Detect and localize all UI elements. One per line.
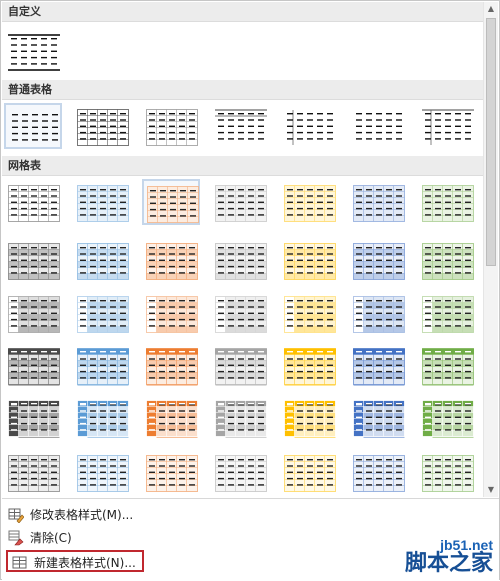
watermark-name: 脚本之家 [404, 551, 493, 576]
grid-style-2-6[interactable] [349, 237, 407, 283]
plain-style-plain-5[interactable] [418, 103, 476, 149]
grid-style-1-1[interactable] [4, 179, 62, 225]
grid-style-6-5[interactable] [280, 449, 338, 495]
grid-style-1-3[interactable] [142, 179, 200, 225]
grid-style-4-5[interactable] [280, 342, 338, 388]
grid-style-1-6[interactable] [349, 179, 407, 225]
grid-style-4-3[interactable] [142, 342, 200, 388]
table-styles-gallery: 自定义 普通表格 网格表 ▲ ▼ 修改表格样式(M)... 清除(C) 新建表格… [0, 0, 500, 581]
new-table-style-item[interactable]: 新建表格样式(N)... [6, 550, 144, 572]
plain-style-table-grid-light[interactable] [73, 103, 131, 149]
grid-style-6-3[interactable] [142, 449, 200, 495]
new-table-icon [12, 555, 28, 571]
plain-style-plain-2[interactable] [211, 103, 269, 149]
section-header-plain: 普通表格 [2, 80, 484, 100]
grid-style-4-7[interactable] [418, 342, 476, 388]
plain-style-plain-4[interactable] [349, 103, 407, 149]
grid-style-6-4[interactable] [211, 449, 269, 495]
grid-style-4-1[interactable] [4, 342, 62, 388]
plain-style-plain-1[interactable] [142, 103, 200, 149]
grid-style-2-7[interactable] [418, 237, 476, 283]
grid-style-5-5[interactable] [280, 394, 338, 440]
grid-style-1-4[interactable] [211, 179, 269, 225]
scroll-thumb[interactable] [486, 18, 496, 266]
grid-style-3-4[interactable] [211, 290, 269, 336]
grid-style-3-2[interactable] [73, 290, 131, 336]
grid-style-6-7[interactable] [418, 449, 476, 495]
plain-style-plain-3[interactable] [280, 103, 338, 149]
grid-style-5-4[interactable] [211, 394, 269, 440]
grid-style-6-2[interactable] [73, 449, 131, 495]
new-table-style-label: 新建表格样式(N)... [34, 556, 136, 570]
section-header-grid: 网格表 [2, 156, 484, 176]
grid-style-5-6[interactable] [349, 394, 407, 440]
modify-table-style-label: 修改表格样式(M)... [30, 508, 134, 522]
grid-style-1-5[interactable] [280, 179, 338, 225]
scroll-down-arrow-icon[interactable]: ▼ [484, 483, 498, 497]
grid-style-4-6[interactable] [349, 342, 407, 388]
grid-style-5-7[interactable] [418, 394, 476, 440]
grid-style-5-1[interactable] [4, 394, 62, 440]
grid-style-1-2[interactable] [73, 179, 131, 225]
scroll-up-arrow-icon[interactable]: ▲ [484, 2, 498, 16]
grid-style-4-4[interactable] [211, 342, 269, 388]
grid-style-2-1[interactable] [4, 237, 62, 283]
modify-table-style-item[interactable]: 修改表格样式(M)... [4, 504, 133, 526]
section-header-custom: 自定义 [2, 2, 484, 22]
grid-style-3-5[interactable] [280, 290, 338, 336]
eraser-icon [8, 530, 24, 546]
grid-style-3-7[interactable] [418, 290, 476, 336]
grid-style-2-4[interactable] [211, 237, 269, 283]
grid-style-2-3[interactable] [142, 237, 200, 283]
clear-label: 清除(C) [30, 531, 72, 545]
grid-style-6-6[interactable] [349, 449, 407, 495]
grid-style-3-3[interactable] [142, 290, 200, 336]
gallery-scrollbar[interactable]: ▲ ▼ [483, 2, 498, 497]
grid-style-5-2[interactable] [73, 394, 131, 440]
plain-style-table-grid[interactable] [4, 103, 62, 149]
grid-style-2-2[interactable] [73, 237, 131, 283]
grid-style-3-6[interactable] [349, 290, 407, 336]
grid-style-1-7[interactable] [418, 179, 476, 225]
site-watermark: jb51.net 脚本之家 [405, 537, 493, 575]
grid-style-3-1[interactable] [4, 290, 62, 336]
grid-style-5-3[interactable] [142, 394, 200, 440]
custom-style-1[interactable] [4, 28, 62, 74]
table-edit-icon [8, 507, 25, 524]
clear-item[interactable]: 清除(C) [4, 527, 72, 549]
grid-style-4-2[interactable] [73, 342, 131, 388]
grid-style-2-5[interactable] [280, 237, 338, 283]
grid-style-6-1[interactable] [4, 449, 62, 495]
